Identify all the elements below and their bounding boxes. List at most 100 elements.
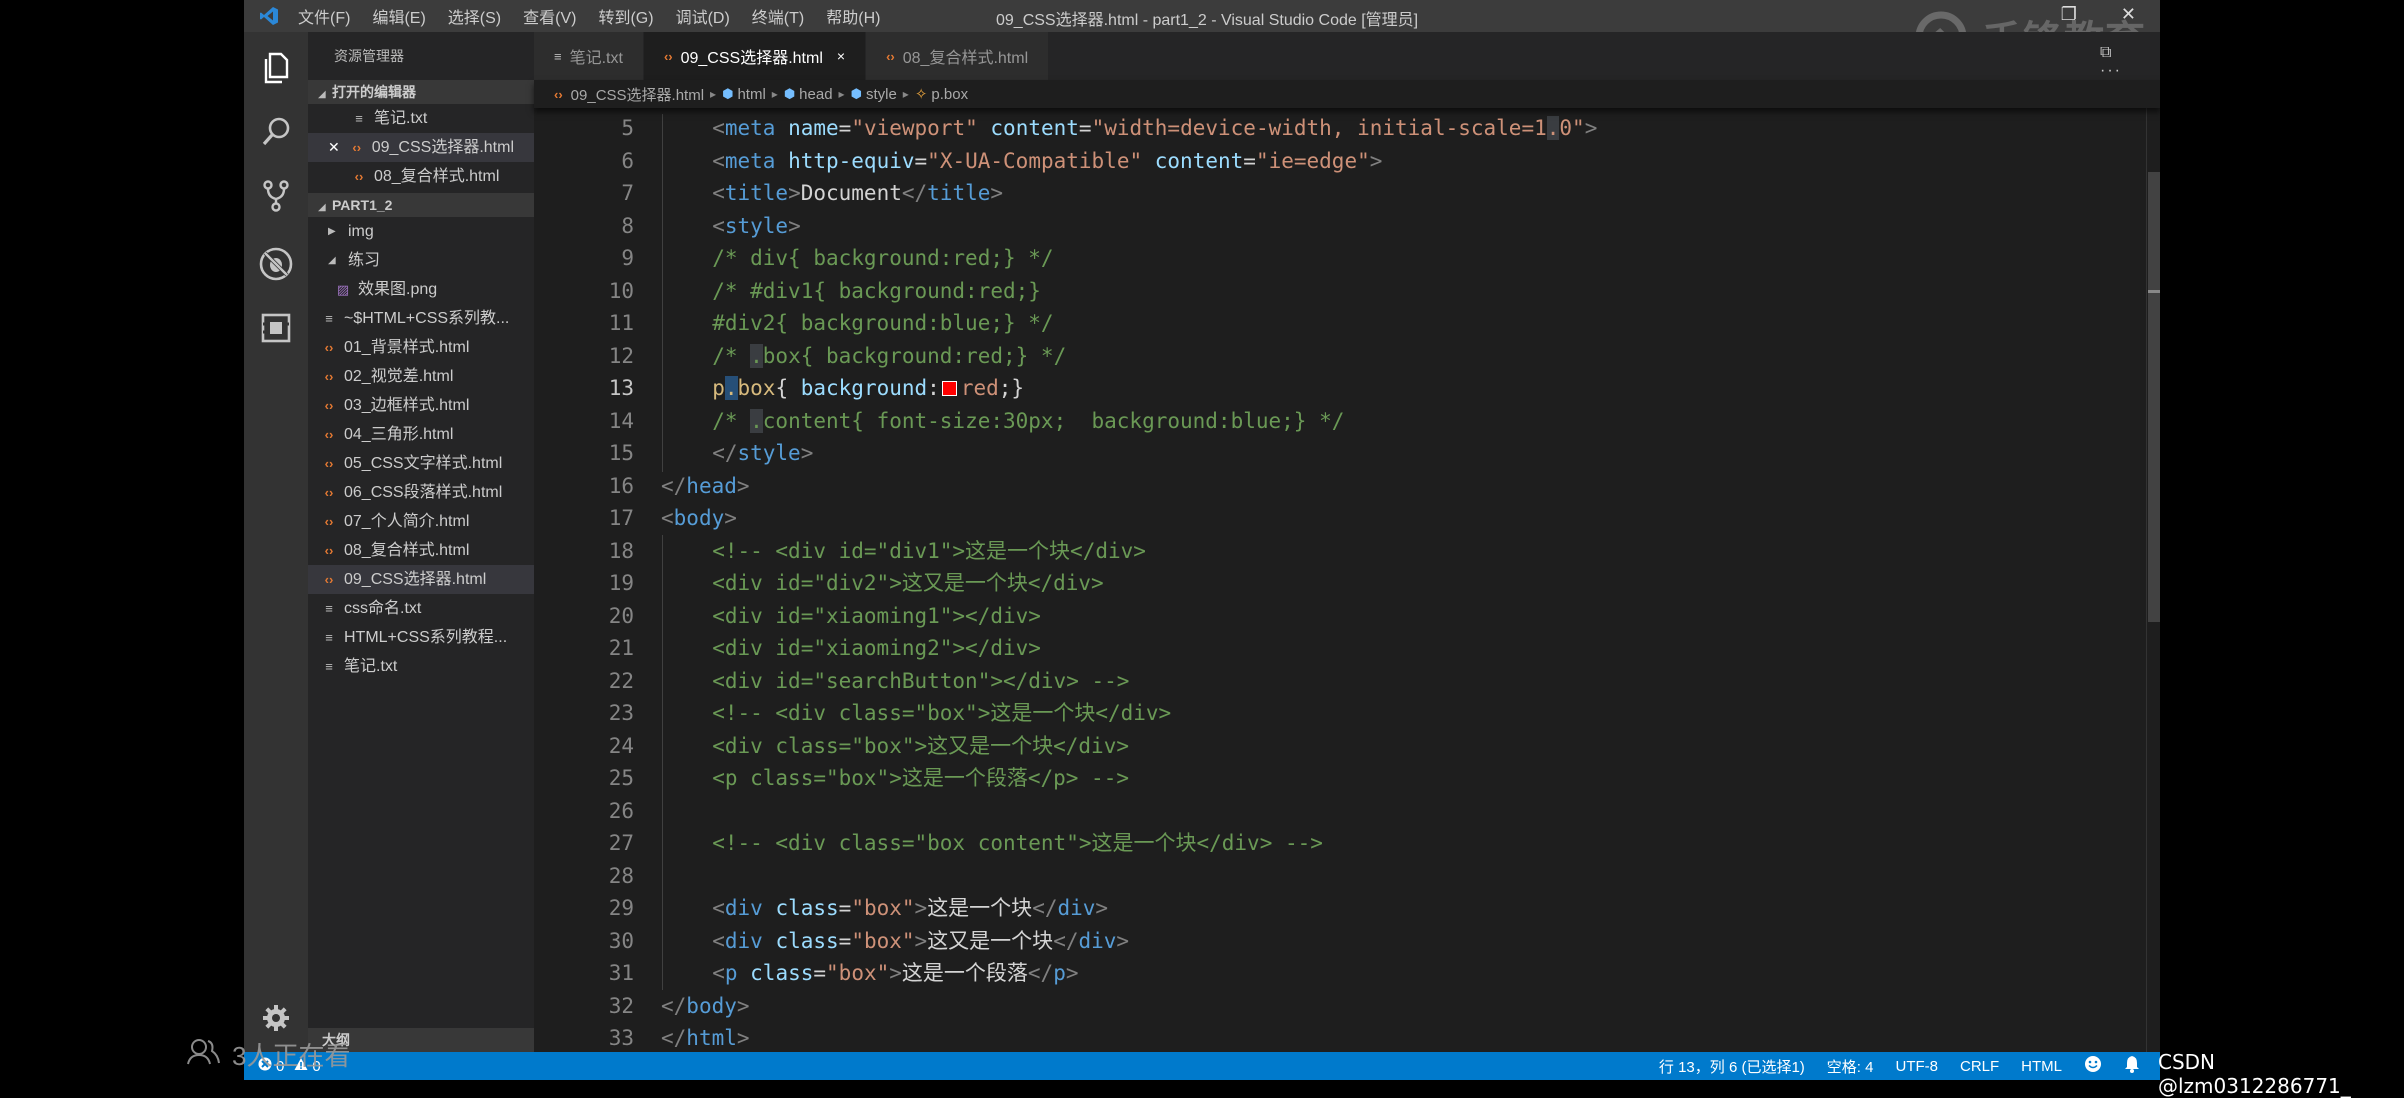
workspace-header[interactable]: ◢ PART1_2 [308,193,534,217]
editor-actions[interactable]: ⧉ ··· [2100,44,2138,80]
code-line[interactable]: 9 /* div{ background:red;} */ [534,242,2114,274]
html-file-icon: ‹› [352,140,362,155]
breadcrumb-item[interactable]: ✧ p.box [915,85,968,104]
code-line[interactable]: 18 <!-- <div id="div1">这是一个块</div> [534,535,2114,567]
code-line[interactable]: 13 p.box{ background: red;} [534,372,2114,404]
code-line[interactable]: 14 /* .content{ font-size:30px; backgroun… [534,405,2114,437]
menu-item[interactable]: 调试(D) [676,4,730,28]
breadcrumb-item[interactable]: ⬢ head [784,86,833,103]
code-line[interactable]: 22 <div id="searchButton"></div> --> [534,665,2114,697]
code-line[interactable]: 29 <div class="box">这是一个块</div> [534,892,2114,924]
menu-item[interactable]: 终端(T) [752,4,804,28]
menu-item[interactable]: 选择(S) [448,4,501,28]
code-line[interactable]: 21 <div id="xiaoming2"></div> [534,632,2114,664]
code-line[interactable]: 6 <meta http-equiv="X-UA-Compatible" cont… [534,145,2114,177]
encoding[interactable]: UTF-8 [1895,1058,1938,1075]
code-line[interactable]: 27 <!-- <div class="box content">这是一个块</d… [534,827,2114,859]
file-item[interactable]: ▨ 效果图.png [308,275,534,304]
file-item[interactable]: ‹› 01_背景样式.html [308,333,534,362]
code-line[interactable]: 32 </body> [534,990,2114,1022]
breadcrumb-item[interactable]: ⬢ style [851,86,897,103]
code-line[interactable]: 30 <div class="box">这又是一个块</div> [534,925,2114,957]
editor-scrollbar[interactable] [2146,108,2160,1052]
code-line[interactable]: 25 <p class="box">这是一个段落</p> --> [534,762,2114,794]
activity-bar [244,32,308,1052]
folder-item[interactable]: ◢ 练习 [308,246,534,275]
code-line[interactable]: 15 </style> [534,437,2114,469]
folder-item[interactable]: ▶ img [308,217,534,246]
code-editor[interactable]: 33 </html> 32 </body> 31 <p class="box">这是一个段… [534,108,2160,1052]
code-line[interactable]: 12 /* .box{ background:red;} */ [534,340,2114,372]
close-editor-icon[interactable]: ✕ [328,133,340,162]
code-line[interactable]: 11 #div2{ background:blue;} */ [534,307,2114,339]
file-item[interactable]: ‹› 09_CSS选择器.html [308,565,534,594]
code-line[interactable]: 28 [534,860,2114,892]
code-token: </ [1027,961,1054,985]
close-window-button[interactable]: ✕ [2121,4,2136,25]
language-mode[interactable]: HTML [2021,1058,2062,1075]
open-editor-item[interactable]: ≡ 笔记.txt [308,104,534,133]
breadcrumb-item[interactable]: ‹› 09_CSS选择器.html [554,84,704,105]
code-token: div [724,896,763,920]
file-item[interactable]: ‹› 03_边框样式.html [308,391,534,420]
menu-item[interactable]: 转到(G) [598,4,653,28]
code-line[interactable]: 7 <title>Document</title> [534,177,2114,209]
scrollbar-thumb[interactable] [2148,172,2160,622]
code-line[interactable]: 20 <div id="xiaoming1"></div> [534,600,2114,632]
restore-button[interactable]: ❐ [2061,4,2077,25]
file-item[interactable]: ≡ HTML+CSS系列教程... [308,623,534,652]
code-line[interactable]: 5 <meta name="viewport" content="width=de… [534,112,2114,144]
code-token: = [838,116,852,140]
file-item[interactable]: ‹› 07_个人简介.html [308,507,534,536]
file-item[interactable]: ≡ css命名.txt [308,594,534,623]
open-editor-item[interactable]: ✕ ‹› 09_CSS选择器.html [308,133,534,162]
line-number: 30 [608,928,634,953]
code-line[interactable]: 23 <!-- <div class="box">这是一个块</div> [534,697,2114,729]
source-control-icon[interactable] [244,164,308,228]
code-line[interactable]: 10 /* #div1{ background:red;} [534,275,2114,307]
code-line[interactable]: 26 [534,795,2114,827]
file-item[interactable]: ≡ ~$HTML+CSS系列教... [308,304,534,333]
editor-tab[interactable]: ‹› 09_CSS选择器.html × [643,32,867,80]
search-icon[interactable] [244,100,308,164]
menu-item[interactable]: 编辑(E) [372,4,425,28]
code-line[interactable]: 24 <div class="box">这又是一个块</div> [534,730,2114,762]
code-token: red [960,376,999,400]
file-item[interactable]: ‹› 04_三角形.html [308,420,534,449]
feedback-smiley-icon[interactable] [2084,1055,2102,1077]
file-item[interactable]: ‹› 02_视觉差.html [308,362,534,391]
debug-icon[interactable] [244,232,308,296]
open-editor-item[interactable]: ‹› 08_复合样式.html [308,162,534,191]
file-item[interactable]: ‹› 05_CSS文字样式.html [308,449,534,478]
code-line[interactable]: 33 </html> [534,1022,2114,1052]
color-swatch-red[interactable] [941,381,957,396]
code-token: 0" [1559,116,1585,140]
line-source: <body> [661,502,737,534]
open-editors-header[interactable]: ◢ 打开的编辑器 [308,80,534,104]
menu-item[interactable]: 帮助(H) [826,4,880,28]
code-token: div [1057,896,1096,920]
editor-tab[interactable]: ≡ 笔记.txt [534,32,644,80]
menu-item[interactable]: 文件(F) [298,4,350,28]
line-ending[interactable]: CRLF [1960,1058,1999,1075]
code-line[interactable]: 19 <div id="div2">这又是一个块</div> [534,567,2114,599]
menu-item[interactable]: 查看(V) [523,4,576,28]
indentation[interactable]: 空格: 4 [1827,1056,1874,1077]
code-line[interactable]: 31 <p class="box">这是一个段落</p> [534,957,2114,989]
editor-tab[interactable]: ‹› 08_复合样式.html [866,32,1050,80]
cursor-position[interactable]: 行 13，列 6 (已选择1) [1659,1056,1805,1077]
close-tab-icon[interactable]: × [837,48,845,64]
code-token: name [788,116,839,140]
notifications-bell-icon[interactable] [2124,1055,2140,1077]
line-source: </style> [712,437,813,469]
extensions-icon[interactable] [244,296,308,360]
code-line[interactable]: 8 <style> [534,210,2114,242]
file-item[interactable]: ≡ 笔记.txt [308,652,534,681]
file-item[interactable]: ‹› 08_复合样式.html [308,536,534,565]
code-line[interactable]: 17 <body> [534,502,2114,534]
file-item[interactable]: ‹› 06_CSS段落样式.html [308,478,534,507]
code-line[interactable]: 16 </head> [534,470,2114,502]
breadcrumb-item[interactable]: ⬢ html [722,86,766,103]
explorer-icon[interactable] [244,36,308,100]
